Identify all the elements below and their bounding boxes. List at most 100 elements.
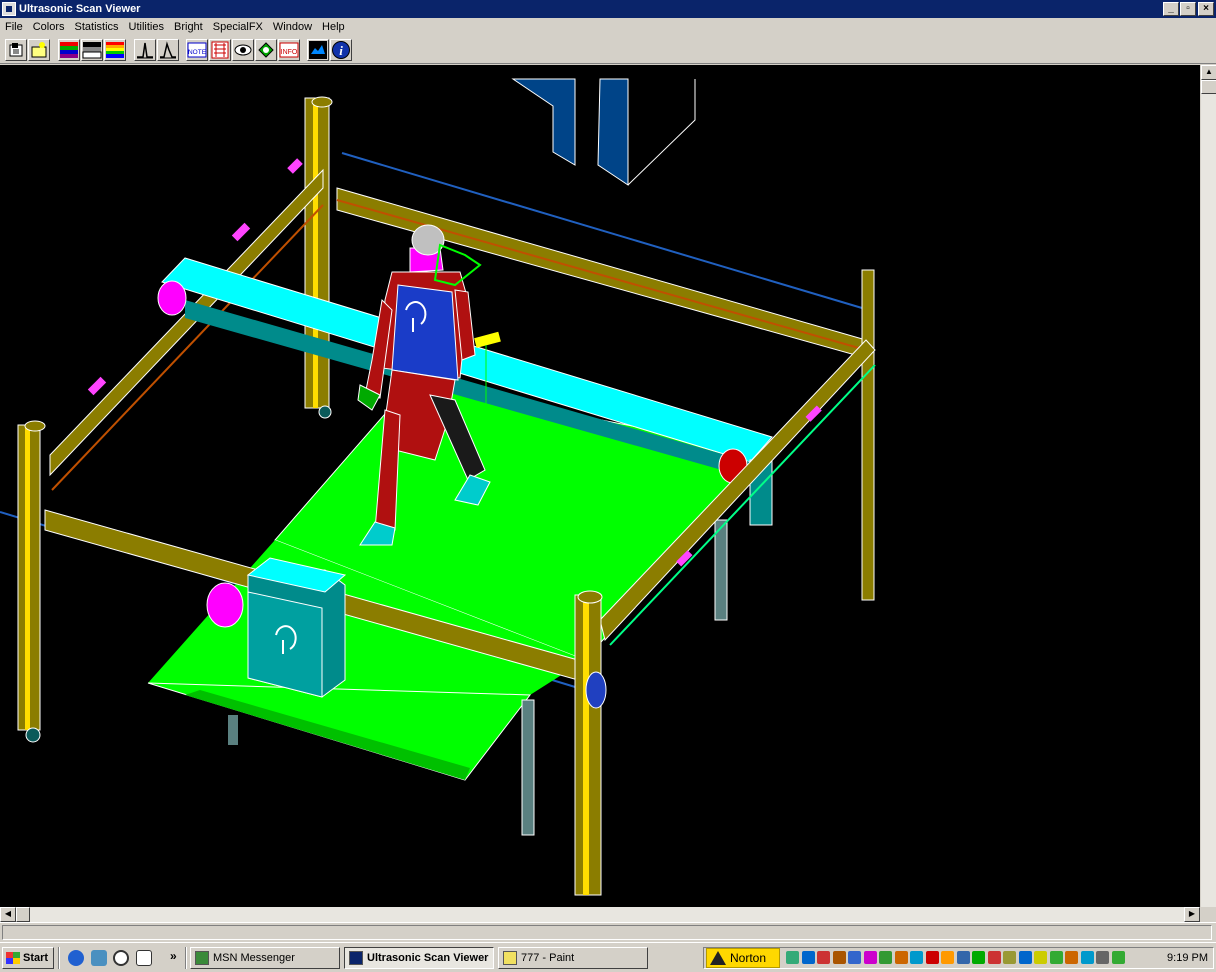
task-label: MSN Messenger — [213, 952, 295, 964]
menu-window[interactable]: Window — [268, 21, 317, 33]
scrollbar-corner — [1200, 907, 1216, 922]
ruler-button[interactable] — [209, 39, 231, 61]
window-title: Ultrasonic Scan Viewer — [19, 3, 141, 15]
tray-app-icon[interactable] — [1034, 951, 1047, 964]
paint-icon — [503, 951, 517, 965]
shape-button[interactable] — [255, 39, 277, 61]
scroll-right-button[interactable]: ▶ — [1184, 907, 1200, 922]
tray-app-icon[interactable] — [832, 951, 846, 964]
task-label: Ultrasonic Scan Viewer — [367, 952, 489, 964]
tray-app-icon[interactable] — [1096, 951, 1109, 964]
histogram-alt-button[interactable] — [157, 39, 179, 61]
quicklaunch-more-button[interactable]: » — [170, 949, 177, 963]
histogram-button[interactable] — [134, 39, 156, 61]
tray-app-icon[interactable] — [1065, 951, 1078, 964]
histogram-alt-icon — [160, 41, 176, 59]
app-icon — [2, 2, 16, 16]
close-button[interactable]: × — [1198, 2, 1214, 16]
scroll-up-button[interactable]: ▲ — [1201, 65, 1216, 80]
menu-statistics[interactable]: Statistics — [70, 21, 124, 33]
eye-button[interactable] — [232, 39, 254, 61]
scan-scene — [0, 78, 876, 896]
new-image-button[interactable] — [28, 39, 50, 61]
status-bar — [0, 922, 1216, 942]
svg-text:INFO: INFO — [281, 49, 298, 56]
windows-logo-icon — [6, 952, 20, 964]
scan-viewer-icon — [349, 951, 363, 965]
task-msn-messenger[interactable]: MSN Messenger — [190, 947, 340, 969]
tray-app-icon[interactable] — [1003, 951, 1016, 964]
horizontal-scroll-thumb[interactable] — [16, 907, 30, 922]
note-button[interactable]: NOTE — [186, 39, 208, 61]
palette-gray-button[interactable] — [81, 39, 103, 61]
taskbar-separator — [58, 947, 60, 969]
horizontal-scrollbar[interactable]: ◀ ▶ — [0, 907, 1200, 922]
menu-bright[interactable]: Bright — [169, 21, 208, 33]
tray-app-icon[interactable] — [987, 951, 1001, 964]
msn-messenger-icon — [195, 951, 209, 965]
taskbar-separator — [185, 947, 187, 969]
task-paint[interactable]: 777 - Paint — [498, 947, 648, 969]
tray-app-icon[interactable] — [1080, 951, 1094, 964]
vertical-scroll-thumb[interactable] — [1201, 80, 1216, 94]
menu-file[interactable]: File — [0, 21, 28, 33]
tray-app-icon[interactable] — [848, 951, 861, 964]
info-text-button[interactable]: INFO — [278, 39, 300, 61]
toolbar: NOTE INFO i — [0, 36, 1216, 64]
tray-app-icon[interactable] — [925, 951, 939, 964]
scan-view-button[interactable] — [307, 39, 329, 61]
tray-app-icon[interactable] — [1018, 951, 1032, 964]
ruler-icon — [211, 41, 229, 59]
internet-explorer-icon[interactable] — [68, 950, 84, 966]
menu-utilities[interactable]: Utilities — [124, 21, 169, 33]
vertical-scrollbar[interactable]: ▲ — [1200, 65, 1216, 907]
clock[interactable]: 9:19 PM — [1167, 952, 1208, 964]
tray-app-icon[interactable] — [817, 951, 830, 964]
show-desktop-icon[interactable] — [136, 950, 152, 966]
window-controls: _ ▫ × — [1162, 2, 1214, 16]
open-button[interactable] — [5, 39, 27, 61]
menu-specialfx[interactable]: SpecialFX — [208, 21, 268, 33]
menu-help[interactable]: Help — [317, 21, 350, 33]
note-icon: NOTE — [187, 42, 207, 58]
title-bar: Ultrasonic Scan Viewer _ ▫ × — [0, 0, 1216, 18]
tray-app-icon[interactable] — [801, 951, 815, 964]
tray-app-icon[interactable] — [1111, 951, 1125, 964]
start-button[interactable]: Start — [2, 947, 54, 969]
shape-icon — [258, 42, 274, 58]
palette-gray-icon — [82, 42, 102, 59]
menu-colors[interactable]: Colors — [28, 21, 70, 33]
tray-app-icon[interactable] — [941, 951, 954, 964]
norton-tray-button[interactable]: Norton — [706, 948, 780, 968]
tray-app-icon[interactable] — [863, 951, 877, 964]
media-player-icon[interactable] — [113, 950, 129, 966]
task-ultrasonic-scan-viewer[interactable]: Ultrasonic Scan Viewer — [344, 947, 494, 969]
palette-spectrum-button[interactable] — [58, 39, 80, 61]
about-info-button[interactable]: i — [330, 39, 352, 61]
tray-app-icon[interactable] — [1049, 951, 1063, 964]
histogram-icon — [137, 42, 153, 59]
warning-icon — [710, 951, 726, 965]
eye-icon — [234, 44, 252, 56]
scan-viewport[interactable] — [0, 65, 1200, 907]
new-image-icon — [31, 42, 47, 58]
tray-app-icon[interactable] — [956, 951, 970, 964]
about-info-icon: i — [332, 41, 350, 59]
svg-text:i: i — [339, 43, 343, 58]
info-text-icon: INFO — [279, 42, 299, 58]
tray-app-icon[interactable] — [879, 951, 892, 964]
menu-bar: File Colors Statistics Utilities Bright … — [0, 18, 1216, 36]
palette-rainbow-button[interactable] — [104, 39, 126, 61]
palette-spectrum-icon — [60, 42, 78, 58]
tray-app-icon[interactable] — [786, 951, 799, 964]
scroll-left-button[interactable]: ◀ — [0, 907, 16, 922]
network-icon[interactable] — [91, 950, 107, 966]
task-label: 777 - Paint — [521, 952, 575, 964]
minimize-button[interactable]: _ — [1163, 2, 1179, 16]
tray-app-icon[interactable] — [894, 951, 908, 964]
tray-app-icon[interactable] — [910, 951, 923, 964]
norton-label: Norton — [730, 951, 767, 965]
scan-view-icon — [309, 41, 327, 59]
tray-app-icon[interactable] — [972, 951, 985, 964]
restore-button[interactable]: ▫ — [1180, 2, 1196, 16]
